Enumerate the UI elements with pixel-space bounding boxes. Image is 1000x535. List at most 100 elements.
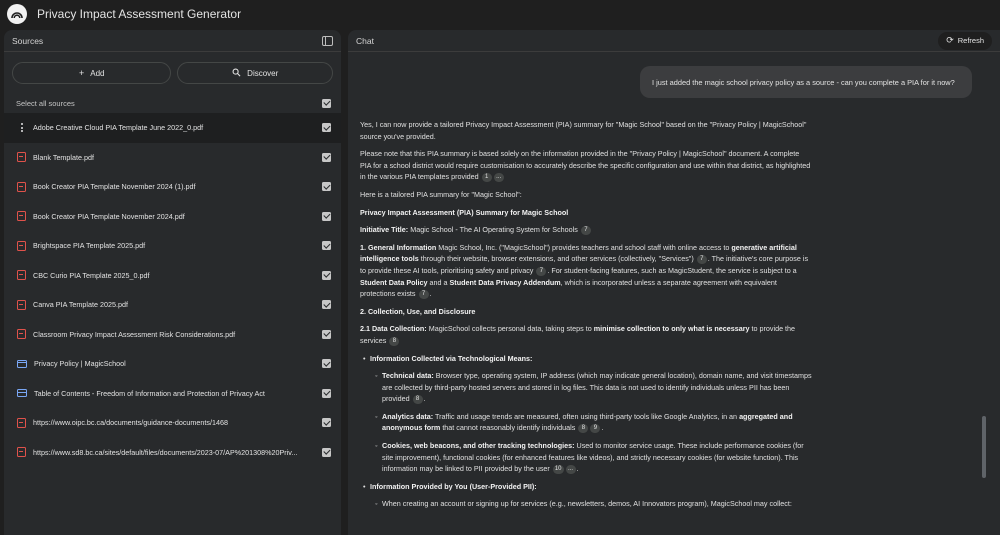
citation-chip[interactable]: 7 bbox=[536, 266, 547, 276]
more-vert-icon[interactable] bbox=[17, 123, 26, 133]
general-information: 1. General Information Magic School, Inc… bbox=[360, 242, 809, 299]
app-header: Privacy Impact Assessment Generator bbox=[0, 0, 1000, 28]
source-name: CBC Curio PIA Template 2025_0.pdf bbox=[33, 270, 150, 280]
plus-icon: + bbox=[78, 68, 85, 78]
source-name: Blank Template.pdf bbox=[33, 152, 94, 162]
app-logo-icon bbox=[7, 4, 27, 24]
citation-chip[interactable]: 8 bbox=[389, 336, 400, 346]
citation-chip[interactable]: 8 bbox=[578, 424, 589, 434]
list-item: ◦ Analytics data: Traffic and usage trend… bbox=[375, 411, 793, 434]
source-checkbox[interactable] bbox=[322, 123, 331, 133]
source-name: Book Creator PIA Template November 2024.… bbox=[33, 211, 185, 221]
citation-chip[interactable]: ... bbox=[493, 172, 504, 182]
source-name: Classroom Privacy Impact Assessment Risk… bbox=[33, 329, 236, 339]
answer-paragraph: Please note that this PIA summary is bas… bbox=[360, 149, 811, 182]
user-message: I just added the magic school privacy po… bbox=[640, 66, 972, 98]
list-item: ◦ When creating an account or signing up … bbox=[375, 499, 792, 509]
source-name: Brightspace PIA Template 2025.pdf bbox=[33, 241, 146, 251]
source-item[interactable]: CBC Curio PIA Template 2025_0.pdf bbox=[4, 261, 341, 291]
source-item[interactable]: Classroom Privacy Impact Assessment Risk… bbox=[4, 320, 341, 350]
source-item[interactable]: https://www.oipc.bc.ca/documents/guidanc… bbox=[4, 408, 341, 438]
source-list: Adobe Creative Cloud PIA Template June 2… bbox=[4, 113, 341, 467]
citation-chip[interactable]: 7 bbox=[418, 289, 429, 299]
source-item[interactable]: Book Creator PIA Template November 2024.… bbox=[4, 202, 341, 232]
select-all-checkbox[interactable] bbox=[322, 98, 331, 108]
citation-chip[interactable]: 7 bbox=[696, 254, 707, 264]
citation-chip[interactable]: 8 bbox=[412, 394, 423, 404]
web-page-icon bbox=[17, 389, 27, 398]
source-checkbox[interactable] bbox=[322, 300, 331, 310]
assistant-answer: Yes, I can now provide a tailored Privac… bbox=[360, 119, 812, 516]
source-name: Privacy Policy | MagicSchool bbox=[34, 359, 126, 369]
source-item[interactable]: Book Creator PIA Template November 2024 … bbox=[4, 172, 341, 202]
sources-header: Sources bbox=[4, 30, 341, 52]
source-checkbox[interactable] bbox=[322, 359, 331, 369]
source-item[interactable]: Adobe Creative Cloud PIA Template June 2… bbox=[4, 113, 341, 143]
select-all-row[interactable]: Select all sources bbox=[4, 96, 341, 110]
citation-chip[interactable]: 9 bbox=[590, 424, 601, 434]
pdf-icon bbox=[17, 299, 26, 310]
citation-chip[interactable]: 1 bbox=[481, 172, 492, 182]
discover-label: Discover bbox=[247, 68, 279, 78]
pdf-icon bbox=[17, 329, 26, 340]
source-name: https://www.oipc.bc.ca/documents/guidanc… bbox=[33, 418, 228, 428]
discover-search-icon bbox=[232, 68, 241, 79]
collapse-panel-icon[interactable] bbox=[322, 35, 333, 46]
source-item[interactable]: Brightspace PIA Template 2025.pdf bbox=[4, 231, 341, 261]
list-item: • Information Provided by You (User-Provi… bbox=[363, 481, 537, 491]
source-checkbox[interactable] bbox=[322, 329, 331, 339]
pdf-icon bbox=[17, 181, 26, 192]
discover-button[interactable]: Discover bbox=[177, 62, 333, 84]
source-checkbox[interactable] bbox=[322, 447, 331, 457]
add-source-label: Add bbox=[90, 68, 105, 78]
source-name: https://www.sd8.bc.ca/sites/default/file… bbox=[33, 447, 298, 457]
source-name: Book Creator PIA Template November 2024 … bbox=[33, 182, 196, 192]
citation-chip[interactable]: 10 bbox=[552, 464, 564, 474]
citation-chip[interactable]: 7 bbox=[580, 225, 591, 235]
answer-heading: Privacy Impact Assessment (PIA) Summary … bbox=[360, 207, 569, 217]
refresh-icon: ⟳ bbox=[946, 35, 954, 45]
chat-scrollbar[interactable] bbox=[982, 416, 986, 478]
select-all-label: Select all sources bbox=[16, 98, 75, 108]
add-source-button[interactable]: + Add bbox=[12, 62, 172, 84]
source-item[interactable]: Privacy Policy | MagicSchool bbox=[4, 349, 341, 379]
source-item[interactable]: Table of Contents - Freedom of Informati… bbox=[4, 379, 341, 409]
source-name: Canva PIA Template 2025.pdf bbox=[33, 300, 128, 310]
list-item: ◦ Cookies, web beacons, and other trackin… bbox=[375, 441, 804, 474]
source-checkbox[interactable] bbox=[322, 152, 331, 162]
list-item: ◦ Technical data: Browser type, operating… bbox=[375, 371, 812, 404]
source-checkbox[interactable] bbox=[322, 418, 331, 428]
pdf-icon bbox=[17, 211, 26, 222]
answer-heading: 2. Collection, Use, and Disclosure bbox=[360, 306, 476, 316]
source-item[interactable]: Blank Template.pdf bbox=[4, 143, 341, 173]
initiative-title: Initiative Title: Magic School - The AI … bbox=[360, 224, 812, 236]
source-item[interactable]: https://www.sd8.bc.ca/sites/default/file… bbox=[4, 438, 341, 468]
source-checkbox[interactable] bbox=[322, 270, 331, 280]
refresh-label: Refresh bbox=[957, 36, 984, 45]
source-checkbox[interactable] bbox=[322, 182, 331, 192]
pdf-icon bbox=[17, 240, 26, 251]
citation-chip[interactable]: ... bbox=[565, 464, 576, 474]
chat-header: Chat ⟳ Refresh bbox=[348, 30, 1000, 52]
list-item: • Information Collected via Technological… bbox=[363, 353, 533, 363]
source-checkbox[interactable] bbox=[322, 388, 331, 398]
source-item[interactable]: Canva PIA Template 2025.pdf bbox=[4, 290, 341, 320]
source-checkbox[interactable] bbox=[322, 211, 331, 221]
web-page-icon bbox=[17, 359, 27, 368]
answer-paragraph: Here is a tailored PIA summary for "Magi… bbox=[360, 189, 522, 199]
pdf-icon bbox=[17, 447, 26, 458]
sources-panel: Sources + Add Discover Select all source… bbox=[4, 30, 341, 535]
chat-title: Chat bbox=[356, 35, 374, 46]
answer-paragraph: Yes, I can now provide a tailored Privac… bbox=[360, 120, 807, 141]
sources-title: Sources bbox=[12, 35, 44, 46]
data-collection: 2.1 Data Collection: MagicSchool collect… bbox=[360, 324, 796, 346]
source-name: Adobe Creative Cloud PIA Template June 2… bbox=[33, 123, 204, 133]
pdf-icon bbox=[17, 417, 26, 428]
pdf-icon bbox=[17, 270, 26, 281]
source-checkbox[interactable] bbox=[322, 241, 331, 251]
source-name: Table of Contents - Freedom of Informati… bbox=[34, 388, 265, 398]
app-title: Privacy Impact Assessment Generator bbox=[37, 7, 242, 21]
chat-panel: Chat ⟳ Refresh I just added the magic sc… bbox=[348, 30, 1000, 535]
pdf-icon bbox=[17, 152, 26, 163]
refresh-button[interactable]: ⟳ Refresh bbox=[938, 31, 992, 50]
